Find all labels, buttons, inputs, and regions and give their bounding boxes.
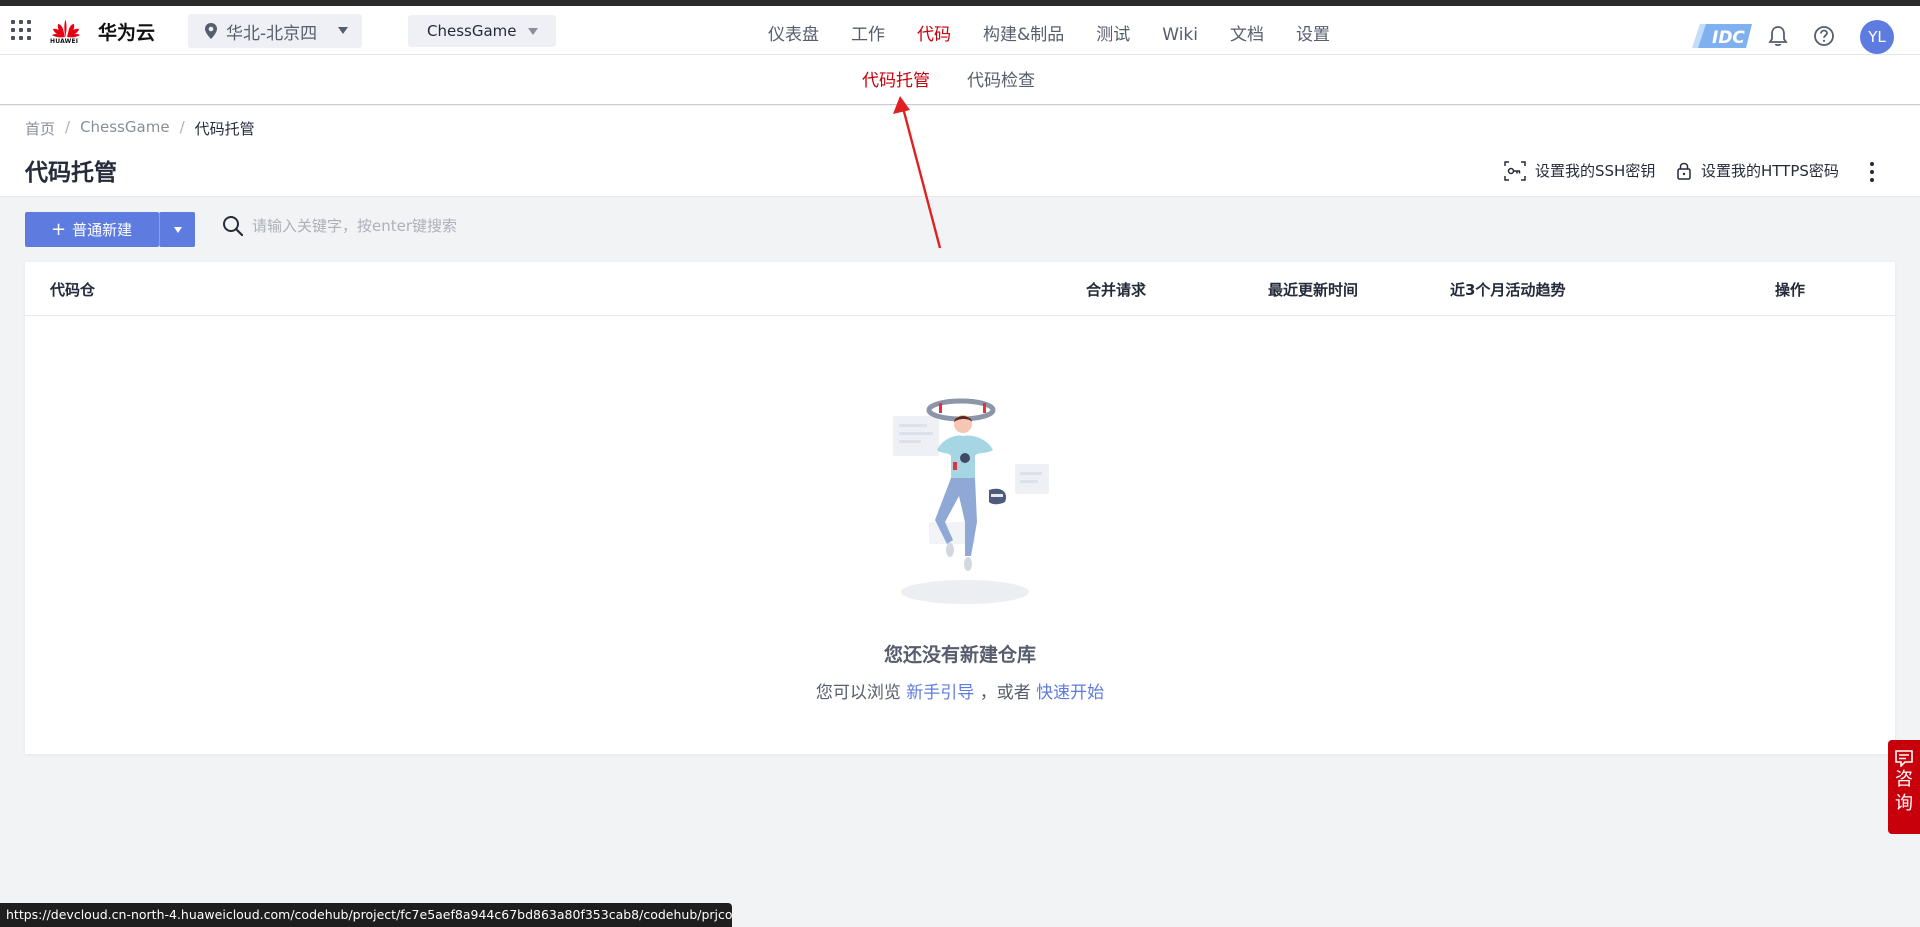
quick-start-link[interactable]: 快速开始 xyxy=(1036,683,1104,703)
page-title: 代码托管 xyxy=(25,160,117,186)
lock-icon xyxy=(1677,162,1691,180)
https-password-link[interactable]: 设置我的HTTPS密码 xyxy=(1676,160,1839,181)
region-selector[interactable]: 华北-北京四 xyxy=(188,14,362,48)
breadcrumb-separator: / xyxy=(179,118,185,136)
breadcrumb: 首页 / ChessGame / 代码托管 xyxy=(25,118,255,139)
empty-state-subtitle: 您可以浏览 新手引导 ，或者 快速开始 xyxy=(25,678,1895,703)
huawei-logo-text: HUAWEI xyxy=(50,38,79,45)
brand-name[interactable]: 华为云 xyxy=(98,18,155,45)
breadcrumb-current: 代码托管 xyxy=(194,120,255,138)
nav-item-settings[interactable]: 设置 xyxy=(1280,12,1346,60)
chevron-down-icon xyxy=(338,27,348,34)
sub-nav: 代码托管 代码检查 xyxy=(0,54,1920,105)
repo-table: 代码仓 合并请求 最近更新时间 近3个月活动趋势 操作 您还没有新建仓库 您可以… xyxy=(25,262,1895,754)
svg-text:IDC: IDC xyxy=(1712,28,1745,48)
idc-badge-icon[interactable]: IDC xyxy=(1690,22,1754,50)
empty-state-title: 您还没有新建仓库 xyxy=(883,644,1036,666)
top-header: HUAWEI 华为云 华北-北京四 ChessGame 仪表盘 工作 代码 构建… xyxy=(0,6,1920,60)
nav-item-dashboard[interactable]: 仪表盘 xyxy=(752,12,835,60)
column-header-repo: 代码仓 xyxy=(50,281,96,299)
nav-item-code[interactable]: 代码 xyxy=(901,12,967,60)
consult-button[interactable]: 咨 询 xyxy=(1888,740,1920,834)
new-repo-label: 普通新建 xyxy=(72,221,133,239)
ssh-key-icon xyxy=(1504,160,1526,181)
chevron-down-icon xyxy=(174,227,182,233)
ssh-key-link[interactable]: 设置我的SSH密钥 xyxy=(1504,160,1655,181)
chevron-down-icon xyxy=(528,28,538,35)
page-header: 首页 / ChessGame / 代码托管 代码托管 设置我的SSH密钥 设置我… xyxy=(0,106,1920,197)
plus-icon: + xyxy=(51,219,67,240)
project-selector[interactable]: ChessGame xyxy=(408,15,556,47)
new-repo-dropdown-button[interactable] xyxy=(159,212,195,247)
chat-icon xyxy=(1895,750,1913,767)
more-options-icon[interactable] xyxy=(1870,162,1874,182)
subnav-item-code-hosting[interactable]: 代码托管 xyxy=(862,66,930,91)
nav-item-docs[interactable]: 文档 xyxy=(1214,12,1280,60)
empty-sub-mid: ，或者 xyxy=(979,683,1031,703)
https-password-label: 设置我的HTTPS密码 xyxy=(1701,162,1839,180)
nav-item-build[interactable]: 构建&制品 xyxy=(967,12,1080,60)
consult-label-2: 询 xyxy=(1895,793,1913,814)
location-pin-icon xyxy=(205,23,217,39)
search-icon[interactable] xyxy=(222,215,244,237)
table-header: 代码仓 合并请求 最近更新时间 近3个月活动趋势 操作 xyxy=(25,262,1895,316)
column-header-merge-requests: 合并请求 xyxy=(1086,281,1147,299)
nav-item-work[interactable]: 工作 xyxy=(835,12,901,60)
nav-item-wiki[interactable]: Wiki xyxy=(1146,12,1214,60)
guide-link[interactable]: 新手引导 xyxy=(906,683,974,703)
apps-grid-icon[interactable] xyxy=(9,18,33,42)
column-header-last-updated: 最近更新时间 xyxy=(1268,281,1359,299)
column-header-actions: 操作 xyxy=(1775,281,1806,299)
column-header-activity-trend: 近3个月活动趋势 xyxy=(1450,281,1566,299)
main-nav: 仪表盘 工作 代码 构建&制品 测试 Wiki 文档 设置 xyxy=(752,12,1346,60)
breadcrumb-home[interactable]: 首页 xyxy=(25,118,55,139)
region-label: 华北-北京四 xyxy=(226,23,318,44)
breadcrumb-project[interactable]: ChessGame xyxy=(80,118,170,139)
nav-item-test[interactable]: 测试 xyxy=(1080,12,1146,60)
empty-state-illustration xyxy=(893,398,1049,604)
repo-search xyxy=(222,215,652,237)
subnav-item-code-check[interactable]: 代码检查 xyxy=(967,66,1035,91)
consult-label-1: 咨 xyxy=(1895,769,1913,790)
empty-sub-prefix: 您可以浏览 xyxy=(815,683,901,703)
help-icon[interactable] xyxy=(1813,25,1835,47)
search-input[interactable] xyxy=(252,217,652,235)
new-repo-button[interactable]: + 普通新建 xyxy=(25,212,159,247)
project-label: ChessGame xyxy=(427,22,517,40)
bell-icon[interactable] xyxy=(1767,25,1789,47)
user-avatar[interactable]: YL xyxy=(1860,20,1894,54)
status-bar-url: https://devcloud.cn-north-4.huaweicloud.… xyxy=(0,903,732,927)
ssh-key-label: 设置我的SSH密钥 xyxy=(1535,162,1656,180)
breadcrumb-separator: / xyxy=(65,118,71,136)
